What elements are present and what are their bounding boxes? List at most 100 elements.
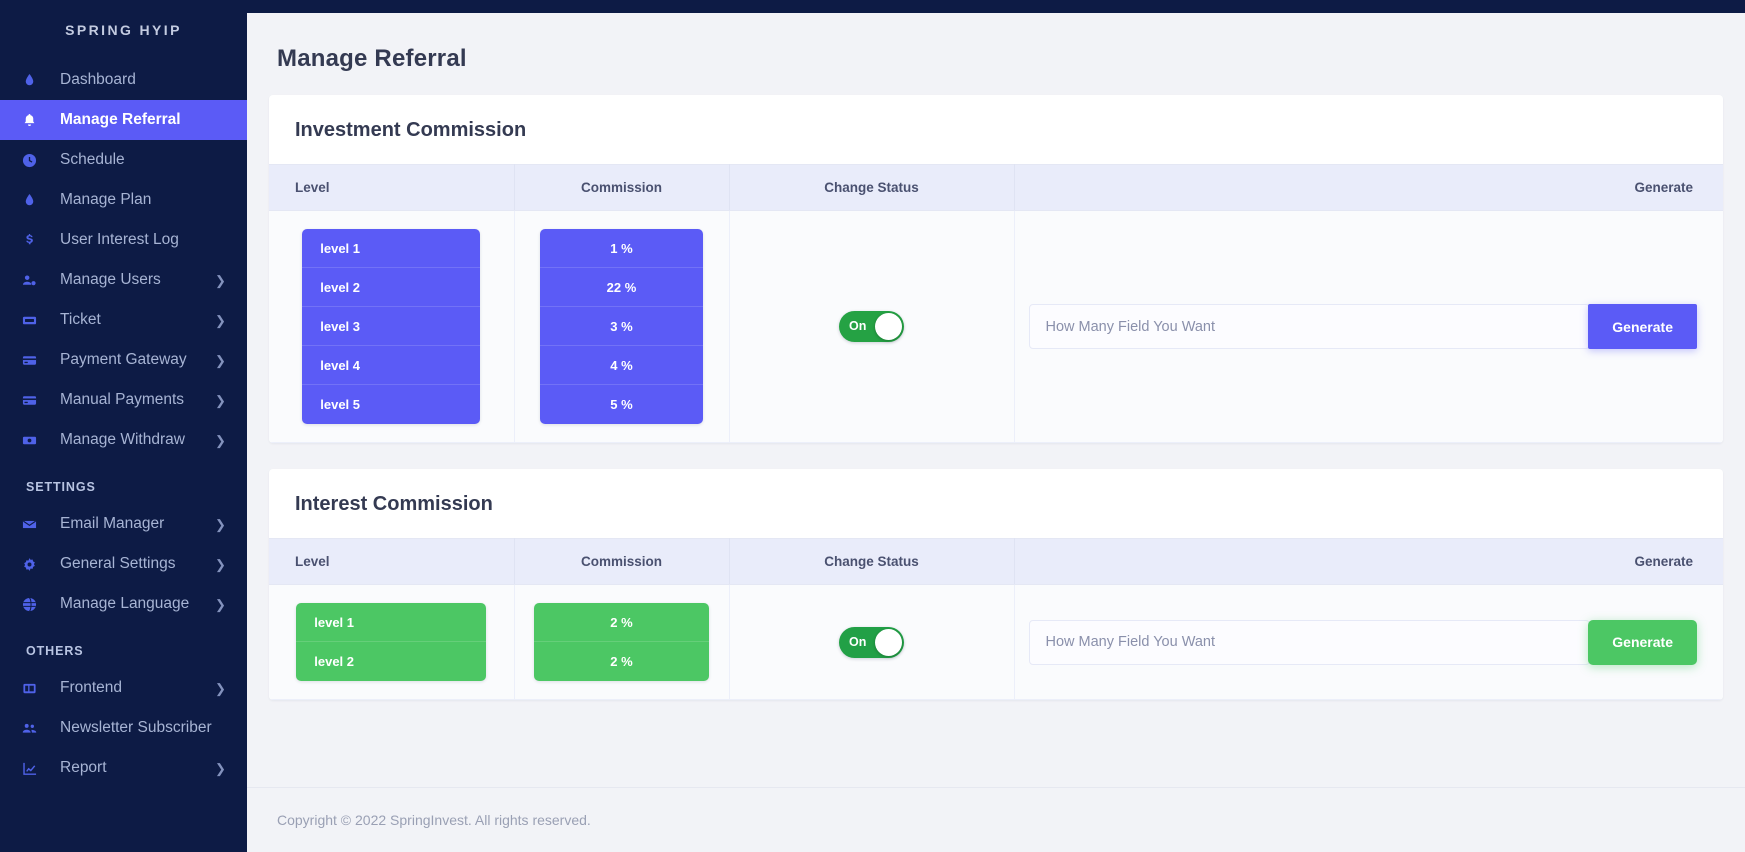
sidebar-item-manage-users[interactable]: Manage Users❯ xyxy=(0,260,247,300)
interest-generate-group: Generate xyxy=(1029,620,1710,665)
investment-commission-stack[interactable]: 1 %22 %3 %4 %5 % xyxy=(540,229,703,424)
droplet-icon xyxy=(22,73,48,88)
sidebar-item-label: Payment Gateway xyxy=(48,351,215,369)
commission-cell: 4 % xyxy=(540,346,703,385)
chevron-right-icon: ❯ xyxy=(215,354,229,367)
layout-icon xyxy=(22,681,48,696)
users-gear-icon xyxy=(22,273,48,288)
investment-generate-button[interactable]: Generate xyxy=(1588,304,1697,349)
interest-level-stack[interactable]: level 1level 2 xyxy=(296,603,486,681)
header-generate: Generate xyxy=(1014,539,1723,585)
investment-commissions-cell: 1 %22 %3 %4 %5 % xyxy=(514,211,729,443)
sidebar-item-email-manager[interactable]: Email Manager❯ xyxy=(0,504,247,544)
interest-table: Level Commission Change Status Generate … xyxy=(269,538,1723,700)
sidebar-item-label: Newsletter Subscriber xyxy=(48,719,229,737)
investment-commission-card: Investment Commission Level Commission C… xyxy=(269,95,1723,443)
sidebar-item-frontend[interactable]: Frontend❯ xyxy=(0,668,247,708)
sidebar: SPRING HYIP Dashboard Manage ReferralSche… xyxy=(0,0,247,852)
investment-table: Level Commission Change Status Generate … xyxy=(269,164,1723,443)
chart-icon xyxy=(22,761,48,776)
header-level: Level xyxy=(269,539,514,585)
investment-generate-cell: Generate xyxy=(1014,211,1723,443)
chevron-right-icon: ❯ xyxy=(215,434,229,447)
investment-toggle-label: On xyxy=(839,320,866,333)
sidebar-item-manage-language[interactable]: Manage Language❯ xyxy=(0,584,247,624)
chevron-right-icon: ❯ xyxy=(215,598,229,611)
content-scroll: Manage Referral Investment Commission Le… xyxy=(247,13,1745,787)
footer-copyright: Copyright © 2022 SpringInvest. All right… xyxy=(247,787,1745,852)
chevron-right-icon: ❯ xyxy=(215,682,229,695)
interest-field-count-input[interactable] xyxy=(1029,620,1591,665)
sidebar-item-label: Email Manager xyxy=(48,515,215,533)
sidebar-item-label: Dashboard xyxy=(48,71,229,89)
sidebar-item-label: Frontend xyxy=(48,679,215,697)
investment-table-header-row: Level Commission Change Status Generate xyxy=(269,165,1723,211)
interest-status-toggle[interactable]: On xyxy=(839,627,904,658)
interest-commission-stack[interactable]: 2 %2 % xyxy=(534,603,709,681)
interest-commissions-cell: 2 %2 % xyxy=(514,585,729,700)
header-commission: Commission xyxy=(514,539,729,585)
level-cell: level 5 xyxy=(302,385,480,424)
top-bar xyxy=(247,0,1745,13)
sidebar-item-label: Manage Withdraw xyxy=(48,431,215,449)
sidebar-item-ticket[interactable]: Ticket❯ xyxy=(0,300,247,340)
sidebar-item-payment-gateway[interactable]: Payment Gateway❯ xyxy=(0,340,247,380)
sidebar-item-manage-plan[interactable]: Manage Plan xyxy=(0,180,247,220)
sidebar-item-user-interest-log[interactable]: User Interest Log xyxy=(0,220,247,260)
people-icon xyxy=(22,721,48,736)
sidebar-nav-settings: Email Manager❯General Settings❯Manage La… xyxy=(0,504,247,624)
credit-card-icon xyxy=(22,393,48,408)
sidebar-item-label: Ticket xyxy=(48,311,215,329)
gear-icon xyxy=(22,557,48,572)
main-area: Manage Referral Investment Commission Le… xyxy=(247,0,1745,852)
sidebar-section-settings: SETTINGS xyxy=(0,460,247,504)
sidebar-item-manual-payments[interactable]: Manual Payments❯ xyxy=(0,380,247,420)
sidebar-item-dashboard[interactable]: Dashboard xyxy=(0,60,247,100)
chevron-right-icon: ❯ xyxy=(215,394,229,407)
ticket-icon xyxy=(22,313,48,328)
chevron-right-icon: ❯ xyxy=(215,314,229,327)
sidebar-item-label: Manage Language xyxy=(48,595,215,613)
interest-levels-cell: level 1level 2 xyxy=(269,585,514,700)
commission-cell: 2 % xyxy=(534,603,709,642)
commission-cell: 2 % xyxy=(534,642,709,681)
sidebar-item-manage-referral[interactable]: Manage Referral xyxy=(0,100,247,140)
sidebar-nav-main: Dashboard Manage ReferralScheduleManage P… xyxy=(0,60,247,460)
investment-field-count-input[interactable] xyxy=(1029,304,1591,349)
investment-table-row: level 1level 2level 3level 4level 5 1 %2… xyxy=(269,211,1723,443)
sidebar-item-label: Manage Users xyxy=(48,271,215,289)
interest-status-cell: On xyxy=(729,585,1014,700)
sidebar-item-newsletter-subscriber[interactable]: Newsletter Subscriber xyxy=(0,708,247,748)
sidebar-item-label: Report xyxy=(48,759,215,777)
investment-level-stack[interactable]: level 1level 2level 3level 4level 5 xyxy=(302,229,480,424)
sidebar-item-general-settings[interactable]: General Settings❯ xyxy=(0,544,247,584)
header-generate: Generate xyxy=(1014,165,1723,211)
interest-generate-cell: Generate xyxy=(1014,585,1723,700)
chevron-right-icon: ❯ xyxy=(215,558,229,571)
chevron-right-icon: ❯ xyxy=(215,274,229,287)
sidebar-item-report[interactable]: Report❯ xyxy=(0,748,247,788)
header-change-status: Change Status xyxy=(729,539,1014,585)
header-commission: Commission xyxy=(514,165,729,211)
toggle-knob xyxy=(875,313,902,340)
sidebar-item-schedule[interactable]: Schedule xyxy=(0,140,247,180)
sidebar-item-label: General Settings xyxy=(48,555,215,573)
chevron-right-icon: ❯ xyxy=(215,518,229,531)
investment-status-toggle[interactable]: On xyxy=(839,311,904,342)
interest-generate-button[interactable]: Generate xyxy=(1588,620,1697,665)
droplet-icon xyxy=(22,193,48,208)
bell-icon xyxy=(22,113,48,128)
toggle-knob xyxy=(875,629,902,656)
investment-status-cell: On xyxy=(729,211,1014,443)
credit-card-icon xyxy=(22,353,48,368)
clock-icon xyxy=(22,153,48,168)
commission-cell: 5 % xyxy=(540,385,703,424)
commission-cell: 3 % xyxy=(540,307,703,346)
brand-logo: SPRING HYIP xyxy=(0,0,247,60)
page-title: Manage Referral xyxy=(269,13,1723,95)
dollar-icon xyxy=(22,233,48,248)
interest-table-row: level 1level 2 2 %2 % On xyxy=(269,585,1723,700)
level-cell: level 2 xyxy=(302,268,480,307)
sidebar-item-manage-withdraw[interactable]: Manage Withdraw❯ xyxy=(0,420,247,460)
level-cell: level 3 xyxy=(302,307,480,346)
